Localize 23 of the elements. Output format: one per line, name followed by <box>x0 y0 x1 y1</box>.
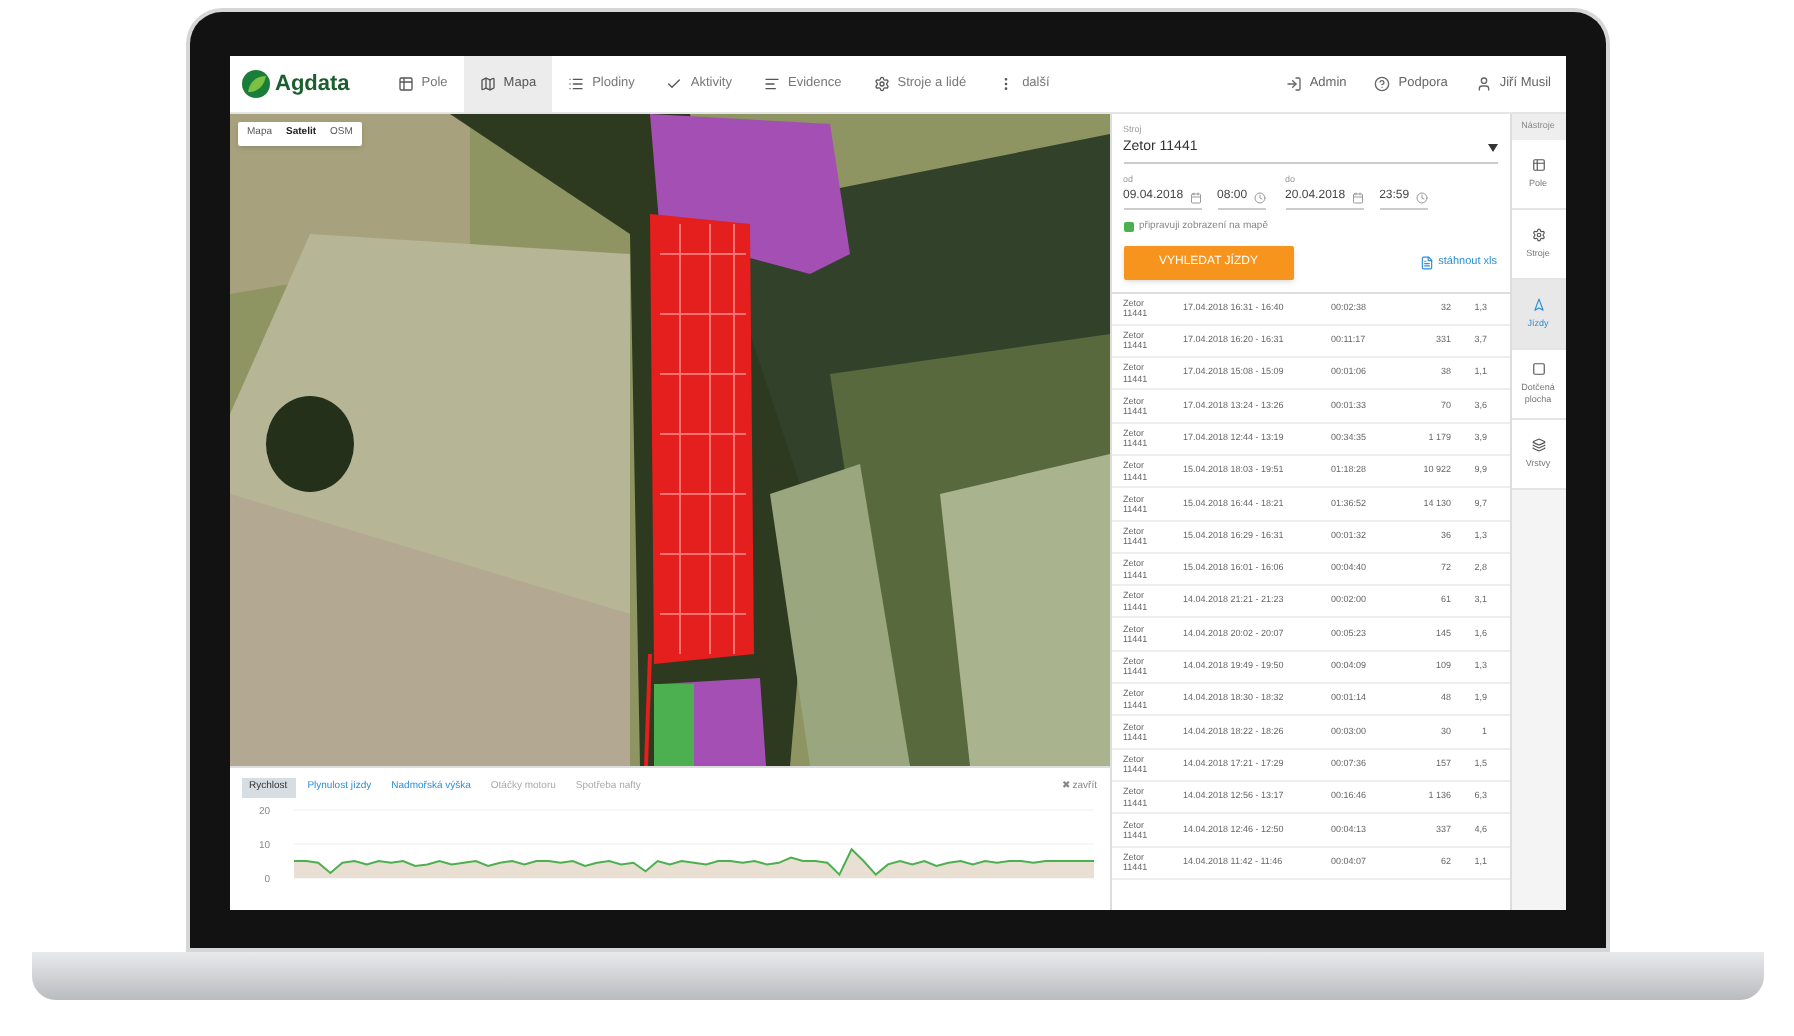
table-icon <box>397 76 414 92</box>
login-icon <box>1285 76 1302 92</box>
check-icon <box>666 76 683 92</box>
status-icon <box>1123 222 1133 233</box>
caret-icon <box>1487 144 1497 152</box>
file-icon <box>1420 255 1435 269</box>
map-icon <box>479 76 496 92</box>
clock-icon <box>1415 191 1428 203</box>
table-icon <box>1531 158 1545 173</box>
clock-icon <box>1253 191 1266 203</box>
square-icon <box>1531 362 1545 377</box>
layers-icon <box>1531 438 1545 453</box>
lines-icon <box>763 76 780 92</box>
calendar-icon <box>1351 191 1364 203</box>
gear-icon <box>1531 228 1545 243</box>
list-icon <box>568 76 585 92</box>
gear-icon <box>873 76 890 92</box>
logo-icon <box>241 70 269 98</box>
arrow-icon <box>1531 298 1545 313</box>
calendar-icon <box>1189 191 1202 203</box>
logo-text: Agdata <box>275 69 350 100</box>
user-icon <box>1475 76 1492 92</box>
help-icon <box>1374 76 1391 92</box>
